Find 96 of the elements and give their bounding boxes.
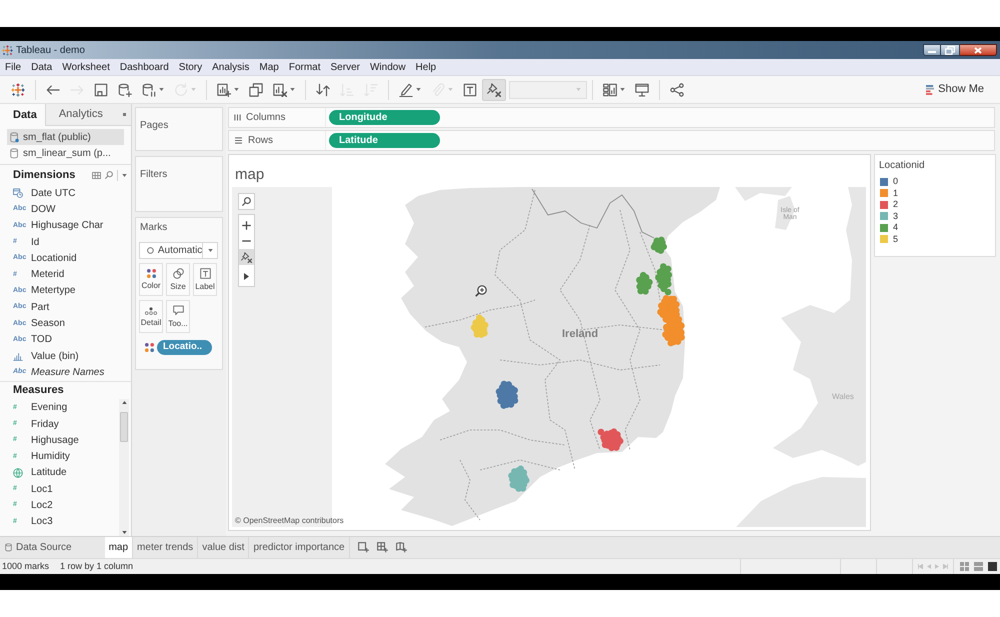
legend-item[interactable]: 2 [879,199,995,210]
shelf-label: Rows [248,134,274,148]
data-source-tab[interactable]: Data Source [0,537,77,558]
map-mark-cluster [496,380,518,409]
color-dots-icon [146,269,156,278]
globe-icon [13,468,23,478]
grid-plus-icon[interactable] [376,542,388,553]
legend-item[interactable]: 3 [879,210,995,222]
caret-icon [576,88,581,91]
menu-item[interactable]: Worksheet [62,60,110,74]
map-label: Wales [832,391,854,403]
sheet-title: map [235,166,264,183]
legend-item[interactable]: 1 [879,188,995,199]
card-title: Pages [140,120,168,131]
tooltip-button[interactable]: Too... [166,300,190,333]
menu-item[interactable]: File [5,60,22,74]
map-mark-cluster [636,236,672,296]
caret-icon [122,174,127,176]
calendar-icon [13,188,23,198]
card-title: Marks [139,222,168,234]
caret-icon [208,249,213,252]
status-text: 1 row by 1 column [60,560,134,573]
zoom-in-cursor-icon [475,285,487,297]
restore-button[interactable] [941,44,960,56]
menu-item[interactable]: Server [330,60,360,74]
detail-dots-icon [145,306,157,314]
map-attribution: © OpenStreetMap contributors [235,515,344,527]
label-button[interactable]: Label [193,263,217,296]
play-icon [244,273,249,280]
scroll-down-icon [122,531,126,534]
show-me-button[interactable]: Show Me [926,81,984,98]
bar-list-icon [926,84,934,94]
map-mark-cluster [470,314,488,338]
field-pill[interactable]: Locatio.. [157,340,212,355]
scroll-up-icon [122,400,126,404]
mark-type-dropdown[interactable]: Automatic [139,242,218,259]
menu-item[interactable]: Analysis [212,60,250,74]
legend-item[interactable]: 5 [879,234,995,245]
map-mark-cluster [598,428,624,452]
menu-item[interactable]: Story [178,60,202,74]
window-title: Tableau - demo [16,44,85,58]
shelf-label: Columns [246,111,286,125]
pin-x-icon [241,252,252,262]
section-title: Measures [13,382,64,398]
map-mark-cluster [508,466,530,492]
menu-item[interactable]: Data [31,60,52,74]
minimize-button[interactable] [923,44,941,56]
plus-icon [242,220,251,230]
legend-item[interactable]: 0 [879,176,995,188]
field-item[interactable]: Value (bin) [0,348,131,364]
section-title: Dimensions [13,168,76,183]
app-logo-icon [2,44,13,56]
map-label: Ireland [562,327,598,342]
field-item[interactable]: Latitude [0,464,119,482]
restore-icon [945,46,955,54]
size-circles-icon [172,268,184,279]
sheet-tab[interactable]: map [104,537,134,558]
minus-icon [242,240,251,242]
menu-item[interactable]: Format [288,60,321,74]
scrollbar-thumb[interactable] [120,412,128,442]
close-icon [974,46,982,54]
close-button[interactable] [960,44,997,56]
data-source-item[interactable]: sm_flat (public) [7,129,124,145]
menu-item[interactable]: Window [370,60,406,74]
field-item[interactable]: Date UTC [0,185,131,202]
island-area [775,196,795,230]
menu-item[interactable]: Help [416,60,436,74]
book-plus-icon[interactable] [396,542,407,553]
legend-item[interactable]: 4 [879,222,995,234]
status-text: 1000 marks [1,560,50,573]
map-mark-cluster [657,295,685,346]
reset-map-button[interactable] [239,249,254,265]
search-icon [105,171,113,179]
histogram-icon [13,351,23,362]
database-icon [5,543,12,552]
vertical-scrollbar[interactable] [119,398,129,536]
fix-axes-button[interactable] [482,78,506,100]
sheet-plus-icon[interactable] [358,542,369,553]
circle-icon [147,247,154,254]
speech-bubble-icon [172,305,184,316]
color-button[interactable]: Color [139,263,163,296]
rows-icon [234,137,243,144]
color-dots-icon [145,343,154,352]
search-icon [242,197,251,206]
minimize-icon [928,51,936,53]
menu-item[interactable]: Map [259,60,279,74]
legend-title: Locationid [879,160,926,172]
pane-tab[interactable]: Analytics [44,104,111,126]
detail-button[interactable]: Detail [139,300,163,333]
columns-icon [234,114,241,121]
text-box-icon [200,268,210,279]
grid-icon [92,172,101,178]
card-title: Filters [140,169,168,180]
data-source-item[interactable]: sm_linear_sum (p... [7,145,124,161]
size-button[interactable]: Size [166,263,190,296]
menu-item[interactable]: Dashboard [120,60,169,74]
